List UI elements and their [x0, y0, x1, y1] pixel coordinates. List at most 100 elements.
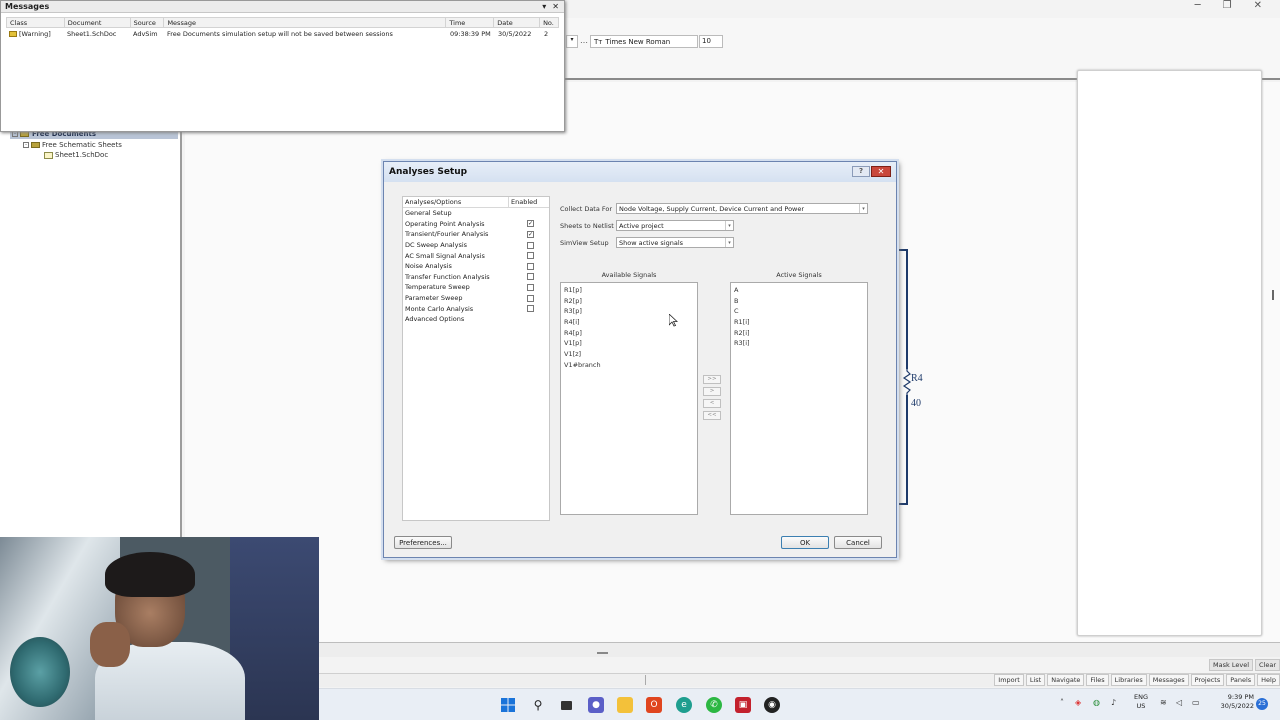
column-header[interactable]: Date	[494, 18, 541, 27]
dialog-title-bar[interactable]: Analyses Setup ? ✕	[384, 162, 896, 182]
available-signal-item[interactable]: R4[p]	[564, 328, 694, 339]
analysis-row[interactable]: Noise Analysis	[403, 261, 549, 272]
teams-chat-icon[interactable]: ●	[588, 697, 604, 713]
analysis-enabled-checkbox[interactable]: ✓	[527, 220, 534, 228]
start-icon[interactable]	[500, 697, 516, 713]
panel-tab-libraries[interactable]: Libraries	[1110, 674, 1147, 686]
analysis-row[interactable]: Transient/Fourier Analysis ✓	[403, 229, 549, 240]
task-view-icon[interactable]	[558, 697, 574, 713]
preferences-button[interactable]: Preferences...	[394, 536, 452, 549]
search-icon[interactable]: ⚲	[530, 697, 546, 713]
font-size-select[interactable]: 10	[699, 35, 723, 48]
analysis-row[interactable]: Temperature Sweep	[403, 282, 549, 293]
help-button[interactable]: ?	[852, 166, 870, 177]
panel-tab-files[interactable]: Files	[1086, 674, 1109, 686]
component-value[interactable]: 40	[911, 398, 921, 409]
column-header[interactable]: Enabled	[509, 197, 549, 207]
available-signal-item[interactable]: V1[p]	[564, 338, 694, 349]
available-signal-item[interactable]: V1#branch	[564, 360, 694, 371]
panel-tab-messages[interactable]: Messages	[1148, 674, 1189, 686]
analysis-row[interactable]: Operating Point Analysis ✓	[403, 219, 549, 230]
analysis-enabled-checkbox[interactable]	[527, 262, 534, 270]
panel-tab-help[interactable]: Help	[1257, 674, 1280, 686]
panel-tab-import[interactable]: Import	[994, 674, 1024, 686]
toolbar-more-icon[interactable]: …	[580, 36, 588, 45]
tray-security-icon[interactable]: ◍	[1093, 698, 1100, 707]
active-signal-item[interactable]: A	[734, 285, 864, 296]
analysis-enabled-checkbox[interactable]	[527, 283, 534, 291]
remove-all-signals-button[interactable]: <<	[703, 411, 721, 420]
tree-item-free-schematic-sheets[interactable]: - Free Schematic Sheets	[23, 141, 122, 149]
active-signal-item[interactable]: B	[734, 296, 864, 307]
tree-item-sheet1[interactable]: Sheet1.SchDoc	[44, 151, 108, 159]
panel-tab-projects[interactable]: Projects	[1190, 674, 1225, 686]
panel-tab-navigate[interactable]: Navigate	[1047, 674, 1085, 686]
table-row[interactable]: [Warning] Sheet1.SchDoc AdvSim Free Docu…	[6, 28, 559, 39]
simview-setup-select[interactable]: Show active signals ▾	[616, 237, 734, 248]
tray-app-icon[interactable]: ◈	[1075, 698, 1081, 707]
active-signal-item[interactable]: R3[i]	[734, 338, 864, 349]
file-explorer-icon[interactable]	[617, 697, 633, 713]
splitter-handle[interactable]	[597, 652, 608, 654]
analysis-enabled-checkbox[interactable]	[527, 273, 534, 281]
whatsapp-icon[interactable]: ✆	[706, 697, 722, 713]
cancel-button[interactable]: Cancel	[834, 536, 882, 549]
analysis-row[interactable]: AC Small Signal Analysis	[403, 250, 549, 261]
analysis-enabled-checkbox[interactable]	[527, 252, 534, 260]
column-header[interactable]: Document	[65, 18, 131, 27]
column-header[interactable]: No.	[540, 18, 558, 27]
add-all-signals-button[interactable]: >>	[703, 375, 721, 384]
analysis-row[interactable]: DC Sweep Analysis	[403, 240, 549, 251]
office-icon[interactable]: O	[646, 697, 662, 713]
collect-data-select[interactable]: Node Voltage, Supply Current, Device Cur…	[616, 203, 868, 214]
mask-level-button[interactable]: Mask Level	[1209, 659, 1253, 671]
ok-button[interactable]: OK	[781, 536, 829, 549]
analysis-enabled-checkbox[interactable]	[527, 241, 534, 249]
toolbar-dropdown-button[interactable]: ▾	[566, 35, 578, 48]
active-signal-item[interactable]: R1[i]	[734, 317, 864, 328]
clock[interactable]: 9:39 PM 30/5/2022	[1210, 693, 1254, 711]
restore-icon[interactable]: ❐	[1223, 0, 1232, 14]
clear-button[interactable]: Clear	[1255, 659, 1280, 671]
font-name-select[interactable]: Tт Times New Roman	[590, 35, 698, 48]
language-indicator[interactable]: ENG US	[1130, 693, 1152, 711]
active-signal-item[interactable]: C	[734, 306, 864, 317]
active-signal-item[interactable]: R2[i]	[734, 328, 864, 339]
column-header[interactable]: Analyses/Options	[403, 197, 509, 207]
chevron-up-icon[interactable]: ˄	[1060, 698, 1064, 707]
notification-badge[interactable]: 25	[1256, 698, 1268, 710]
available-signal-item[interactable]: R1[p]	[564, 285, 694, 296]
analysis-row[interactable]: General Setup	[403, 208, 549, 219]
analysis-row[interactable]: Parameter Sweep	[403, 293, 549, 304]
analysis-row[interactable]: Advanced Options	[403, 314, 549, 325]
volume-icon[interactable]: ◁	[1176, 698, 1182, 707]
app-icon[interactable]: ◉	[764, 697, 780, 713]
battery-icon[interactable]: ▭	[1192, 698, 1200, 707]
column-header[interactable]: Source	[131, 18, 165, 27]
edge-browser-icon[interactable]: e	[676, 697, 692, 713]
scroll-marker[interactable]	[1272, 290, 1274, 300]
panel-tab-panels[interactable]: Panels	[1226, 674, 1256, 686]
analysis-enabled-checkbox[interactable]	[527, 294, 534, 302]
column-header[interactable]: Time	[446, 18, 495, 27]
dropdown-icon[interactable]: ▾	[542, 2, 546, 11]
active-signals-list[interactable]: A B C R1[i] R2[i] R3[i]	[730, 282, 868, 515]
available-signal-item[interactable]: V1[z]	[564, 349, 694, 360]
analysis-enabled-checkbox[interactable]: ✓	[527, 230, 534, 238]
available-signal-item[interactable]: R2[p]	[564, 296, 694, 307]
column-header[interactable]: Message	[164, 18, 447, 27]
minimize-icon[interactable]: ─	[1195, 0, 1201, 14]
panel-tab-list[interactable]: List	[1025, 674, 1046, 686]
dialog-close-button[interactable]: ✕	[871, 166, 891, 177]
analysis-row[interactable]: Monte Carlo Analysis	[403, 303, 549, 314]
remove-signal-button[interactable]: <	[703, 399, 721, 408]
analysis-row[interactable]: Transfer Function Analysis	[403, 272, 549, 283]
add-signal-button[interactable]: >	[703, 387, 721, 396]
close-icon[interactable]: ✕	[1254, 0, 1262, 14]
microphone-icon[interactable]: ♪	[1111, 698, 1116, 707]
column-header[interactable]: Class	[7, 18, 65, 27]
analysis-enabled-checkbox[interactable]	[527, 305, 534, 313]
close-icon[interactable]: ✕	[552, 2, 559, 11]
wifi-icon[interactable]: ≋	[1160, 698, 1167, 707]
altium-app-icon[interactable]: ▣	[735, 697, 751, 713]
